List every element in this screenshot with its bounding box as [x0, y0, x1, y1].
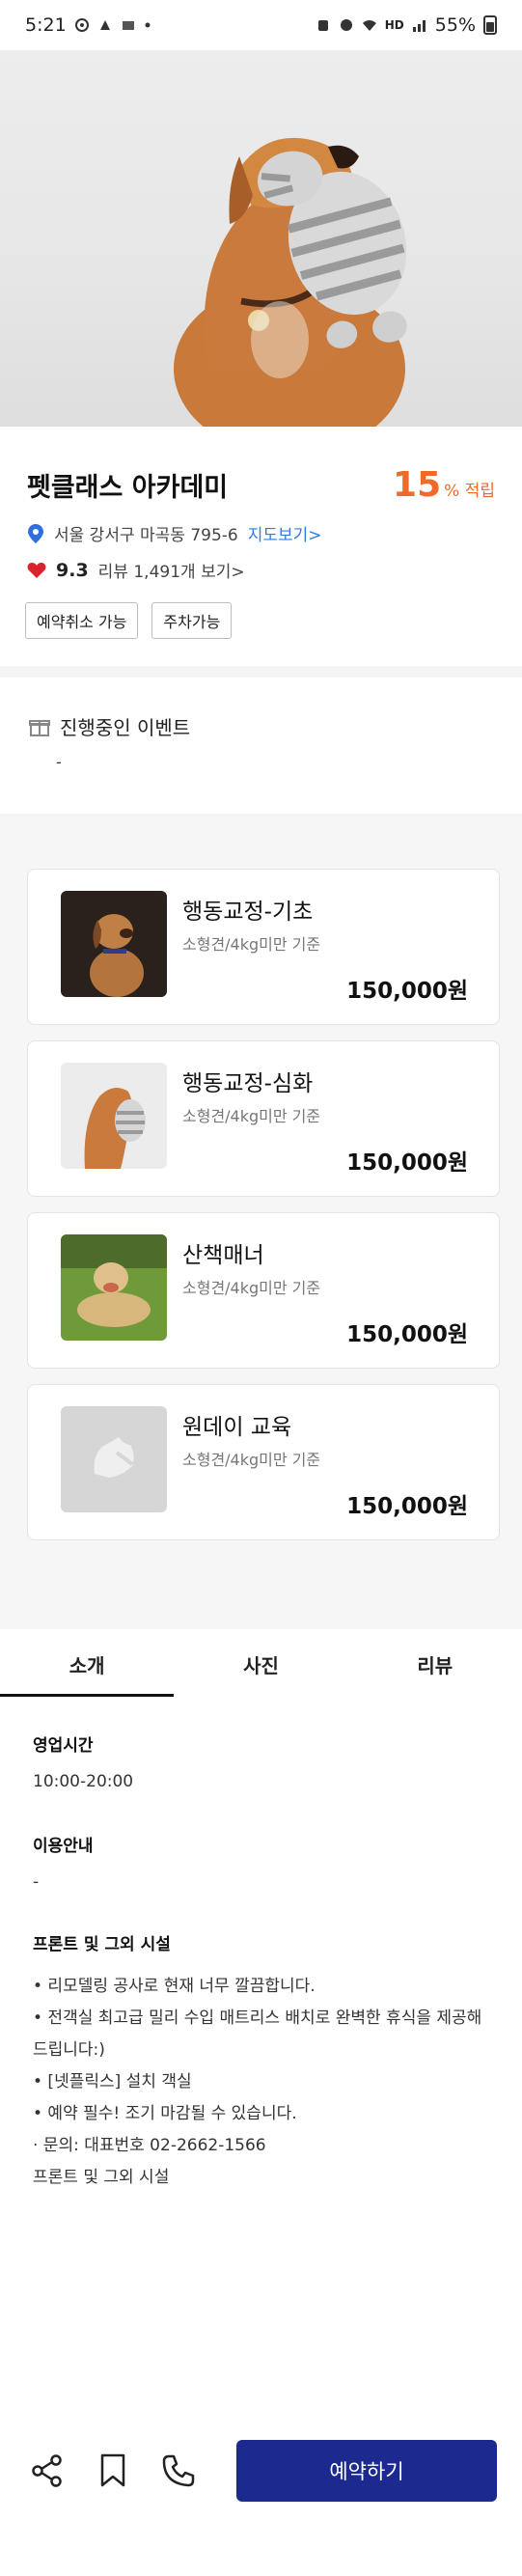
facility-line: • 리모델링 공사로 현재 너무 깔끔합니다.	[33, 1977, 316, 1996]
hero-image	[0, 50, 522, 427]
settings-status-icon	[74, 18, 89, 32]
product-name: 행동교정-심화	[182, 1071, 314, 1096]
product-thumb	[61, 1406, 167, 1512]
product-list: 행동교정-기초 소형견/4kg미만 기준 150,000원 행동교정-심화 소형…	[0, 814, 522, 1629]
tag-parking: 주차가능	[151, 602, 233, 639]
dog-with-toy-photo	[61, 1063, 167, 1169]
facility-line: • 전객실 최고급 밀리 수입 매트리스 배치로 완벽한 휴식을 제공해드립니다…	[33, 2008, 482, 2060]
product-price: 150,000원	[346, 979, 468, 1004]
product-card[interactable]: 산책매너 소형견/4kg미만 기준 150,000원	[27, 1212, 500, 1369]
product-card[interactable]: 원데이 교육 소형견/4kg미만 기준 150,000원	[27, 1384, 500, 1540]
product-name: 산책매너	[182, 1243, 264, 1268]
product-desc: 소형견/4kg미만 기준	[182, 1279, 321, 1297]
share-button[interactable]	[25, 2449, 69, 2493]
map-link[interactable]: 지도보기>	[248, 521, 322, 545]
rating-row: 9.3 리뷰 1,491개 보기>	[27, 558, 245, 582]
alarm-status-icon	[317, 20, 328, 31]
bookmark-icon	[100, 2453, 125, 2487]
network-label: HD	[384, 18, 404, 32]
point-badge: 15 % 적립	[393, 465, 495, 505]
location-pin-icon	[28, 523, 43, 543]
place-title: 펫클래스 아카데미	[27, 473, 229, 503]
phone-icon	[162, 2454, 195, 2487]
feature-tags: 예약취소 가능 주차가능	[25, 602, 233, 639]
dog-on-grass-photo	[61, 1234, 167, 1341]
dog-with-toy-photo	[174, 137, 407, 427]
product-card[interactable]: 행동교정-심화 소형견/4kg미만 기준 150,000원	[27, 1040, 500, 1197]
tab-photos[interactable]: 사진	[174, 1629, 347, 1697]
product-desc: 소형견/4kg미만 기준	[182, 1451, 321, 1469]
reserve-button[interactable]: 예약하기	[236, 2440, 497, 2502]
dog-sitting-photo	[61, 891, 167, 997]
bottom-action-bar: 예약하기	[0, 2423, 522, 2519]
facility-title: 프론트 및 그외 시설	[33, 1935, 171, 1954]
facility-list: • 리모델링 공사로 현재 너무 깔끔합니다. • 전객실 최고급 밀리 수입 …	[33, 1971, 496, 2194]
event-value: -	[56, 753, 62, 771]
usage-title: 이용안내	[33, 1837, 94, 1856]
facility-line: • 예약 필수! 조기 마감될 수 있습니다.	[33, 2104, 297, 2123]
dot-status-icon	[145, 22, 151, 28]
rating-value: 9.3	[56, 559, 89, 581]
product-card[interactable]: 행동교정-기초 소형견/4kg미만 기준 150,000원	[27, 869, 500, 1025]
call-button[interactable]	[156, 2449, 201, 2493]
address-text: 서울 강서구 마곡동 795-6	[54, 526, 238, 545]
content-tabs: 소개 사진 리뷰	[0, 1629, 522, 1697]
product-desc: 소형견/4kg미만 기준	[182, 1107, 321, 1125]
product-price: 150,000원	[346, 1322, 468, 1347]
product-price: 150,000원	[346, 1150, 468, 1176]
wifi-status-icon	[362, 20, 376, 31]
signal-status-icon	[412, 20, 426, 32]
usage-value: -	[33, 1872, 40, 1892]
product-thumb	[61, 1063, 167, 1169]
product-price: 150,000원	[346, 1494, 468, 1519]
product-thumb	[61, 1234, 167, 1341]
battery-icon	[483, 15, 497, 35]
place-header: 펫클래스 아카데미 15 % 적립	[27, 465, 495, 505]
event-header: 진행중인 이벤트	[29, 712, 190, 740]
product-desc: 소형견/4kg미만 기준	[182, 935, 321, 954]
product-name: 원데이 교육	[182, 1415, 292, 1440]
gift-icon	[29, 719, 50, 736]
bitmoji-status-icon	[122, 21, 134, 30]
facility-line: · 문의: 대표번호 02-2662-1566	[33, 2136, 266, 2155]
point-unit: % 적립	[444, 482, 495, 501]
heart-icon	[27, 562, 46, 578]
status-time: 5:21	[25, 14, 67, 36]
battery-percent: 55%	[434, 14, 476, 36]
bookmark-button[interactable]	[91, 2449, 135, 2493]
placeholder-image-icon	[61, 1406, 167, 1512]
product-name: 행동교정-기초	[182, 900, 314, 925]
app-status-icon	[99, 20, 110, 30]
section-divider	[0, 666, 522, 678]
facility-line: • [넷플릭스] 설치 객실	[33, 2072, 192, 2091]
tab-intro[interactable]: 소개	[0, 1629, 175, 1697]
address-row: 서울 강서구 마곡동 795-6 지도보기>	[27, 521, 322, 545]
review-link[interactable]: 리뷰 1,491개 보기>	[98, 558, 245, 582]
hours-title: 영업시간	[33, 1736, 94, 1756]
share-icon	[32, 2454, 62, 2487]
facility-line: 프론트 및 그외 시설	[33, 2168, 170, 2187]
mute-status-icon	[340, 19, 352, 31]
event-title: 진행중인 이벤트	[60, 716, 191, 739]
status-bar: 5:21 HD 55%	[0, 0, 522, 50]
hours-value: 10:00-20:00	[33, 1772, 134, 1791]
tab-reviews[interactable]: 리뷰	[348, 1629, 522, 1697]
tag-cancel: 예약취소 가능	[25, 602, 139, 639]
product-thumb	[61, 891, 167, 997]
point-value: 15	[393, 465, 442, 505]
